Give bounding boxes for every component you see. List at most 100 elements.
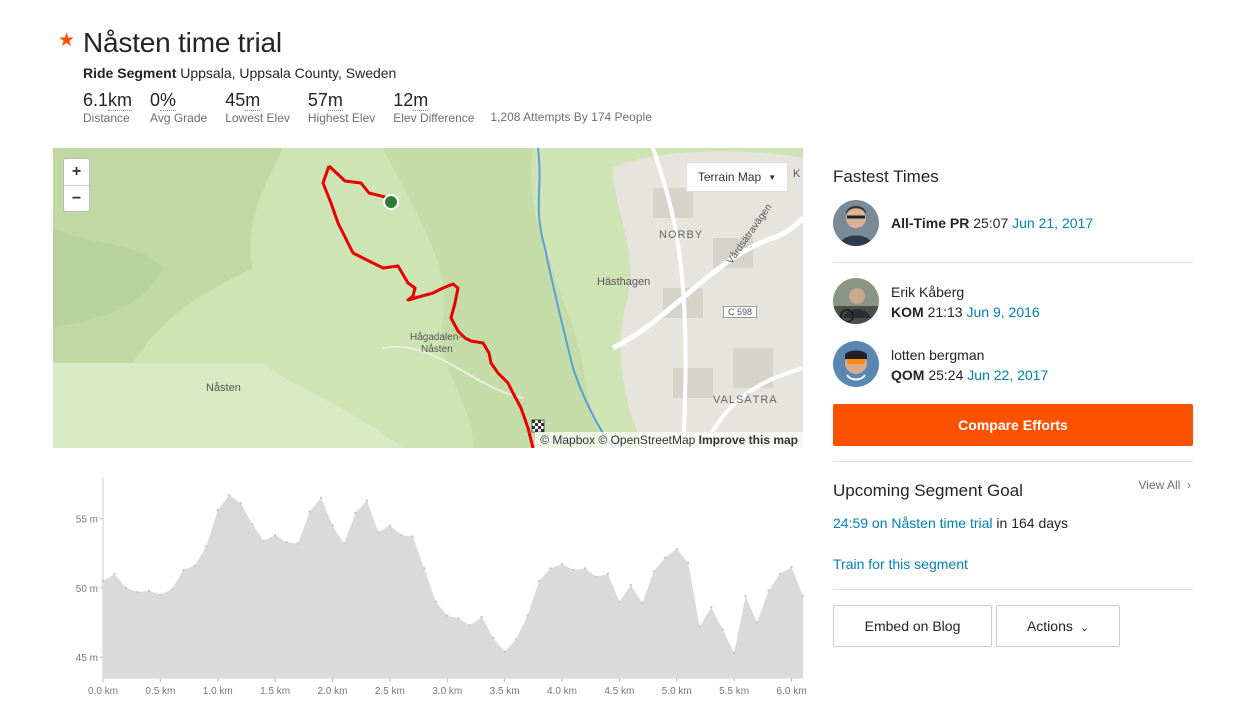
elevation-point bbox=[595, 575, 598, 578]
stat-avg-grade: 0% Avg Grade bbox=[150, 90, 207, 125]
elevation-point bbox=[400, 534, 403, 537]
stat-label: Avg Grade bbox=[150, 111, 208, 125]
actions-label: Actions bbox=[1026, 618, 1073, 634]
segment-type: Ride Segment bbox=[83, 65, 177, 81]
elevation-point bbox=[319, 496, 323, 499]
pr-row: All-Time PR 25:07 Jun 21, 2017 bbox=[891, 215, 1093, 231]
qom-row: QOM 25:24 Jun 22, 2017 bbox=[891, 367, 1048, 383]
place-label: NORBY bbox=[659, 229, 704, 241]
avatar[interactable] bbox=[833, 278, 879, 324]
elevation-point bbox=[193, 564, 196, 567]
user-photo bbox=[833, 200, 879, 246]
segment-map[interactable]: NORBY Hästhagen Vårdsätravägen C 598 Håg… bbox=[53, 148, 803, 448]
stat-value: 57 bbox=[307, 90, 328, 110]
elevation-point bbox=[492, 636, 495, 639]
avatar[interactable] bbox=[833, 341, 879, 387]
elevation-point bbox=[583, 567, 587, 570]
actions-dropdown-button[interactable]: Actions ⌄ bbox=[996, 605, 1120, 647]
place-label: Hågadalen- bbox=[410, 332, 462, 343]
improve-map-link[interactable]: Improve this map bbox=[699, 433, 798, 447]
stat-unit: km bbox=[108, 90, 133, 111]
zoom-in-button[interactable]: + bbox=[64, 159, 89, 185]
x-tick-label: 4.5 km bbox=[604, 686, 634, 697]
zoom-out-button[interactable]: − bbox=[64, 185, 89, 211]
divider bbox=[833, 589, 1193, 590]
elevation-point bbox=[228, 493, 231, 497]
zoom-control: + − bbox=[63, 158, 90, 212]
elevation-point bbox=[377, 531, 380, 534]
elevation-point bbox=[710, 606, 713, 609]
kom-date-link[interactable]: Jun 9, 2016 bbox=[967, 304, 1040, 320]
train-segment-link[interactable]: Train for this segment bbox=[833, 556, 968, 572]
stat-distance: 6.1km Distance bbox=[83, 90, 133, 125]
caret-down-icon: ▼ bbox=[768, 172, 777, 182]
place-label: Hästhagen bbox=[597, 276, 651, 288]
elevation-point bbox=[755, 621, 759, 624]
elevation-point bbox=[216, 509, 219, 512]
elevation-point bbox=[124, 586, 128, 590]
avatar[interactable] bbox=[833, 200, 879, 246]
elevation-point bbox=[503, 650, 506, 653]
y-tick-label: 45 m bbox=[76, 653, 98, 664]
stat-label: Distance bbox=[83, 111, 130, 125]
elevation-point bbox=[698, 625, 701, 628]
elevation-point bbox=[262, 539, 265, 542]
elevation-point bbox=[687, 561, 690, 565]
elevation-point bbox=[446, 614, 449, 617]
stat-value: 45 bbox=[225, 90, 246, 110]
elevation-point bbox=[170, 588, 174, 591]
elevation-area bbox=[103, 495, 803, 678]
y-tick-label: 55 m bbox=[76, 515, 98, 526]
elevation-point bbox=[136, 590, 139, 594]
elevation-point bbox=[457, 617, 460, 620]
goal-link[interactable]: 24:59 on Nåsten time trial bbox=[833, 515, 993, 531]
view-all-link[interactable]: View All › bbox=[1139, 478, 1192, 492]
elevation-point bbox=[778, 572, 782, 576]
stat-unit: m bbox=[245, 90, 261, 111]
stat-value: 12 bbox=[393, 90, 414, 110]
chevron-right-icon: › bbox=[1183, 478, 1191, 492]
user-photo bbox=[833, 278, 879, 324]
place-label: Nåsten bbox=[206, 382, 241, 394]
elevation-point bbox=[675, 547, 678, 551]
map-attribution: © Mapbox © OpenStreetMap Improve this ma… bbox=[535, 432, 803, 448]
elevation-point bbox=[159, 593, 162, 596]
stat-elev-difference: 12m Elev Difference bbox=[393, 90, 474, 125]
x-tick-label: 3.0 km bbox=[432, 686, 462, 697]
stat-label: Lowest Elev bbox=[225, 111, 290, 125]
stat-value: 6.1 bbox=[83, 90, 109, 110]
map-type-dropdown[interactable]: Terrain Map ▼ bbox=[686, 162, 788, 192]
map-canvas[interactable] bbox=[53, 148, 803, 448]
attribution-text[interactable]: © Mapbox © OpenStreetMap bbox=[540, 433, 695, 447]
stat-lowest-elev: 45m Lowest Elev bbox=[225, 90, 290, 125]
starred-icon[interactable]: ★ bbox=[58, 31, 75, 50]
pr-date-link[interactable]: Jun 21, 2017 bbox=[1012, 215, 1093, 231]
elevation-point bbox=[365, 499, 369, 502]
qom-name[interactable]: lotten bergman bbox=[891, 347, 984, 363]
embed-on-blog-button[interactable]: Embed on Blog bbox=[833, 605, 992, 647]
x-tick-label: 0.5 km bbox=[145, 686, 175, 697]
elevation-point bbox=[342, 542, 346, 545]
elevation-point bbox=[801, 595, 805, 598]
x-tick-label: 2.5 km bbox=[375, 686, 405, 697]
x-tick-label: 3.5 km bbox=[490, 686, 520, 697]
divider bbox=[833, 262, 1193, 263]
stat-unit: % bbox=[160, 90, 177, 111]
elevation-point bbox=[113, 572, 116, 576]
qom-date-link[interactable]: Jun 22, 2017 bbox=[967, 367, 1048, 383]
x-tick-label: 2.0 km bbox=[318, 686, 348, 697]
kom-name[interactable]: Erik Kåberg bbox=[891, 284, 964, 300]
elevation-profile-chart[interactable]: 55 m 50 m 45 m 0.0 km 0.5 km 1.0 km 1.5 km 2.0 … bbox=[53, 465, 813, 705]
elevation-point bbox=[331, 524, 334, 527]
elevation-point bbox=[296, 542, 300, 545]
chevron-down-icon: ⌄ bbox=[1076, 622, 1090, 634]
elevation-point bbox=[469, 624, 472, 627]
compare-efforts-button[interactable]: Compare Efforts bbox=[833, 404, 1193, 446]
elevation-point bbox=[664, 556, 667, 559]
map-type-label: Terrain Map bbox=[697, 170, 762, 184]
stat-label: Elev Difference bbox=[393, 111, 475, 125]
attempts-count: 1,208 Attempts By 174 People bbox=[490, 110, 652, 124]
segment-title: Nåsten time trial bbox=[83, 27, 282, 58]
fastest-times-heading: Fastest Times bbox=[833, 167, 939, 186]
elevation-point bbox=[411, 535, 414, 538]
